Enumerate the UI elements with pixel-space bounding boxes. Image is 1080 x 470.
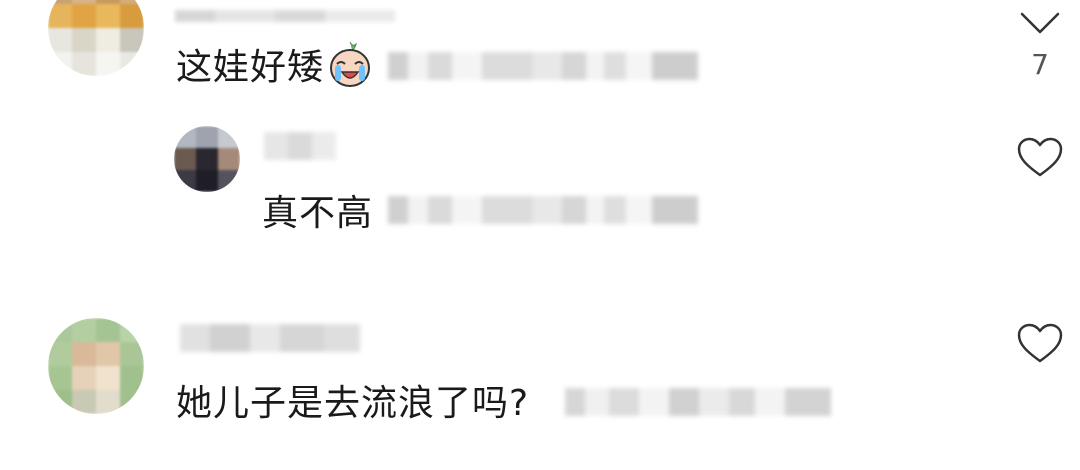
reply-username-redacted[interactable] <box>264 132 336 160</box>
commenter-username-redacted[interactable] <box>175 10 395 22</box>
reply-meta-redacted <box>388 196 698 224</box>
comment-list: 这娃好矮 7 真不高 她儿子是去流浪了吗? <box>0 0 1080 470</box>
heart-icon[interactable] <box>1016 322 1064 364</box>
comment-text: 她儿子是去流浪了吗? <box>176 383 530 424</box>
commenter-username-redacted[interactable] <box>180 324 360 352</box>
reply-text: 真不高 <box>262 193 374 234</box>
chevron-down-icon[interactable] <box>1018 8 1062 38</box>
heart-icon[interactable] <box>1016 136 1064 178</box>
comment-meta-redacted <box>388 52 698 80</box>
crying-face-emoji <box>328 40 372 88</box>
comment-text: 这娃好矮 <box>176 47 325 88</box>
reply-count: 7 <box>1031 48 1049 81</box>
commenter-avatar[interactable] <box>48 0 144 76</box>
reply-commenter-avatar[interactable] <box>174 126 240 192</box>
commenter-avatar[interactable] <box>48 318 144 414</box>
comment-meta-redacted <box>565 388 831 416</box>
